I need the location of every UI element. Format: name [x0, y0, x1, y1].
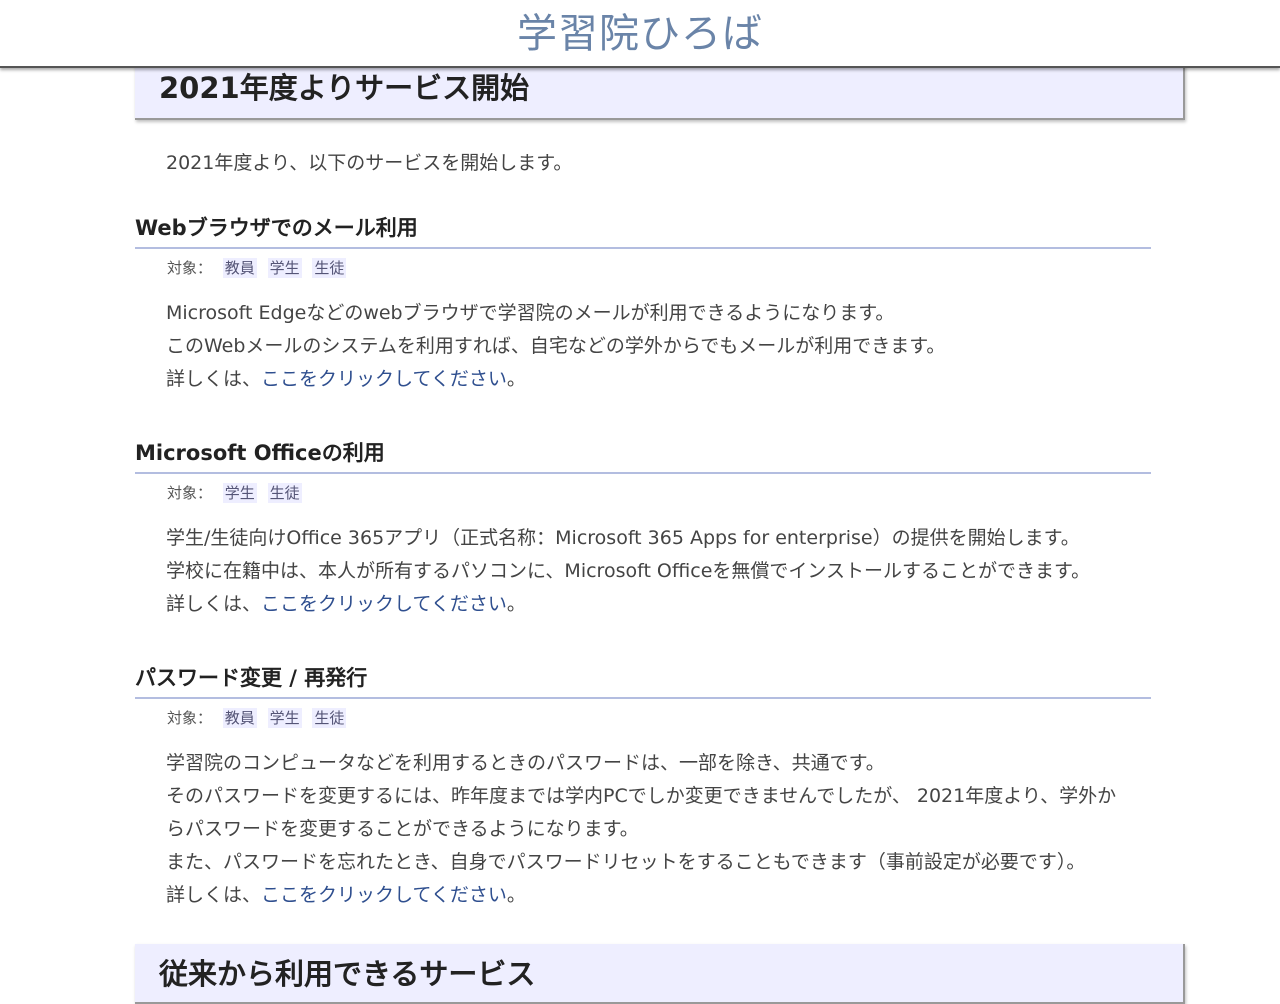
details-prefix: 詳しくは、 — [166, 593, 262, 615]
service-title: Microsoft Officeの利用 — [135, 439, 1151, 474]
target-tag-faculty: 教員 — [222, 258, 257, 278]
service-description: 学生/生徒向けOffice 365アプリ（正式名称：Microsoft 365 … — [166, 522, 1191, 621]
target-tag-student: 学生 — [267, 258, 302, 278]
details-line: 詳しくは、ここをクリックしてください。 — [166, 588, 1191, 621]
details-link[interactable]: ここをクリックしてください — [261, 368, 507, 390]
details-suffix: 。 — [506, 593, 526, 615]
description-line: Microsoft Edgeなどのwebブラウザで学習院のメールが利用できるよう… — [166, 302, 895, 324]
description-line: また、パスワードを忘れたとき、自身でパスワードリセットをすることもできます（事前… — [166, 851, 1086, 873]
target-label: 対象： — [167, 259, 213, 277]
target-list: 対象： 教員 学生 生徒 — [167, 257, 1195, 279]
target-list: 対象： 教員 学生 生徒 — [167, 707, 1195, 729]
service-webmail: Webブラウザでのメール利用 対象： 教員 学生 生徒 Microsoft Ed… — [135, 214, 1195, 396]
target-tag-pupil: 生徒 — [267, 483, 302, 503]
service-title: Webブラウザでのメール利用 — [135, 214, 1151, 249]
service-password: パスワード変更 / 再発行 対象： 教員 学生 生徒 学習院のコンピュータなどを… — [135, 664, 1195, 912]
main-content: 2021年度よりサービス開始 2021年度より、以下のサービスを開始します。 W… — [0, 0, 1280, 1004]
details-prefix: 詳しくは、 — [166, 884, 262, 906]
description-line: このWebメールのシステムを利用すれば、自宅などの学外からでもメールが利用できま… — [166, 335, 946, 357]
service-title: パスワード変更 / 再発行 — [135, 664, 1151, 699]
target-tag-student: 学生 — [267, 708, 302, 728]
details-suffix: 。 — [506, 884, 526, 906]
site-header: 学習院ひろば — [0, 0, 1280, 68]
site-title[interactable]: 学習院ひろば — [517, 8, 763, 60]
description-line: そのパスワードを変更するには、昨年度までは学内PCでしか変更できませんでしたが、… — [166, 785, 1117, 807]
description-line: 学校に在籍中は、本人が所有するパソコンに、Microsoft Officeを無償… — [166, 560, 1091, 582]
target-tag-faculty: 教員 — [222, 708, 257, 728]
description-line: 学生/生徒向けOffice 365アプリ（正式名称：Microsoft 365 … — [166, 527, 1080, 549]
details-link[interactable]: ここをクリックしてください — [261, 593, 507, 615]
service-description: 学習院のコンピュータなどを利用するときのパスワードは、一部を除き、共通です。 そ… — [166, 747, 1191, 912]
section-title: 従来から利用できるサービス — [159, 957, 536, 991]
section-intro: 2021年度より、以下のサービスを開始します。 — [166, 152, 573, 174]
description-line: 学習院のコンピュータなどを利用するときのパスワードは、一部を除き、共通です。 — [166, 752, 885, 774]
description-line: らパスワードを変更することができるようになります。 — [166, 818, 639, 840]
service-description: Microsoft Edgeなどのwebブラウザで学習院のメールが利用できるよう… — [166, 297, 1191, 396]
target-tag-pupil: 生徒 — [312, 258, 347, 278]
target-tag-pupil: 生徒 — [312, 708, 347, 728]
target-tag-student: 学生 — [222, 483, 257, 503]
details-prefix: 詳しくは、 — [166, 368, 262, 390]
target-list: 対象： 学生 生徒 — [167, 482, 1195, 504]
section-header-existing-services: 従来から利用できるサービス — [135, 944, 1185, 1004]
details-line: 詳しくは、ここをクリックしてください。 — [166, 363, 1191, 396]
details-line: 詳しくは、ここをクリックしてください。 — [166, 879, 1191, 912]
details-suffix: 。 — [506, 368, 526, 390]
service-office: Microsoft Officeの利用 対象： 学生 生徒 学生/生徒向けOff… — [135, 439, 1195, 621]
target-label: 対象： — [167, 709, 213, 727]
details-link[interactable]: ここをクリックしてください — [261, 884, 507, 906]
target-label: 対象： — [167, 484, 213, 502]
